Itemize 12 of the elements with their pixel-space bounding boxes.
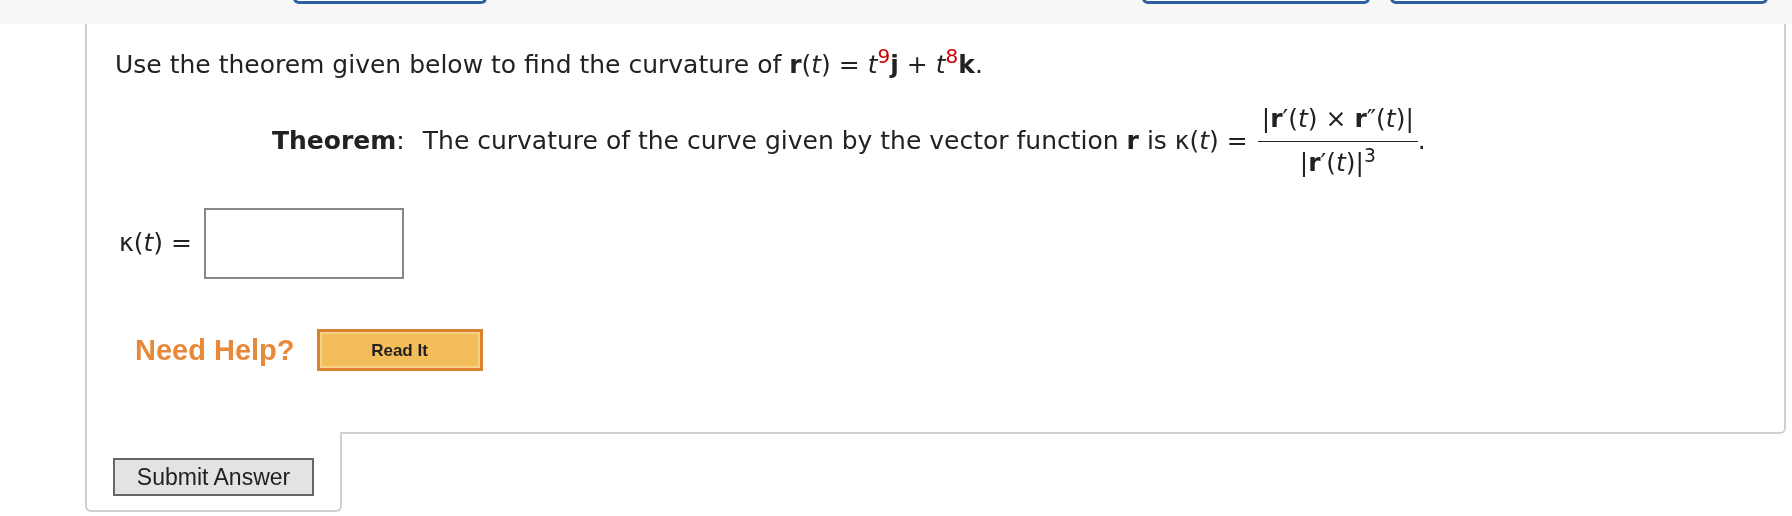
question-text: Use the theorem given below to find the curvature of r(t) = t$^{9}$j + t$^{8}$k. [115, 50, 983, 79]
fraction-denominator: |r′(t)|$^{3}$ [1299, 143, 1376, 179]
theorem-label: Theorem [272, 124, 397, 157]
fraction-numerator: |r′(t) × r″(t)| [1260, 102, 1415, 135]
theorem-period: . [1417, 124, 1426, 157]
read-it-button[interactable]: Read It [316, 329, 483, 372]
answer-label: κ(t) = [119, 227, 192, 260]
submit-answer-button[interactable]: Submit Answer [113, 458, 314, 496]
answer-field[interactable] [203, 207, 404, 279]
theorem-statement: The curvature of the curve given by the vector function r is κ(t) = [422, 124, 1248, 157]
theorem-colon: : [396, 124, 405, 157]
need-help-label: Need Help? [135, 332, 295, 368]
